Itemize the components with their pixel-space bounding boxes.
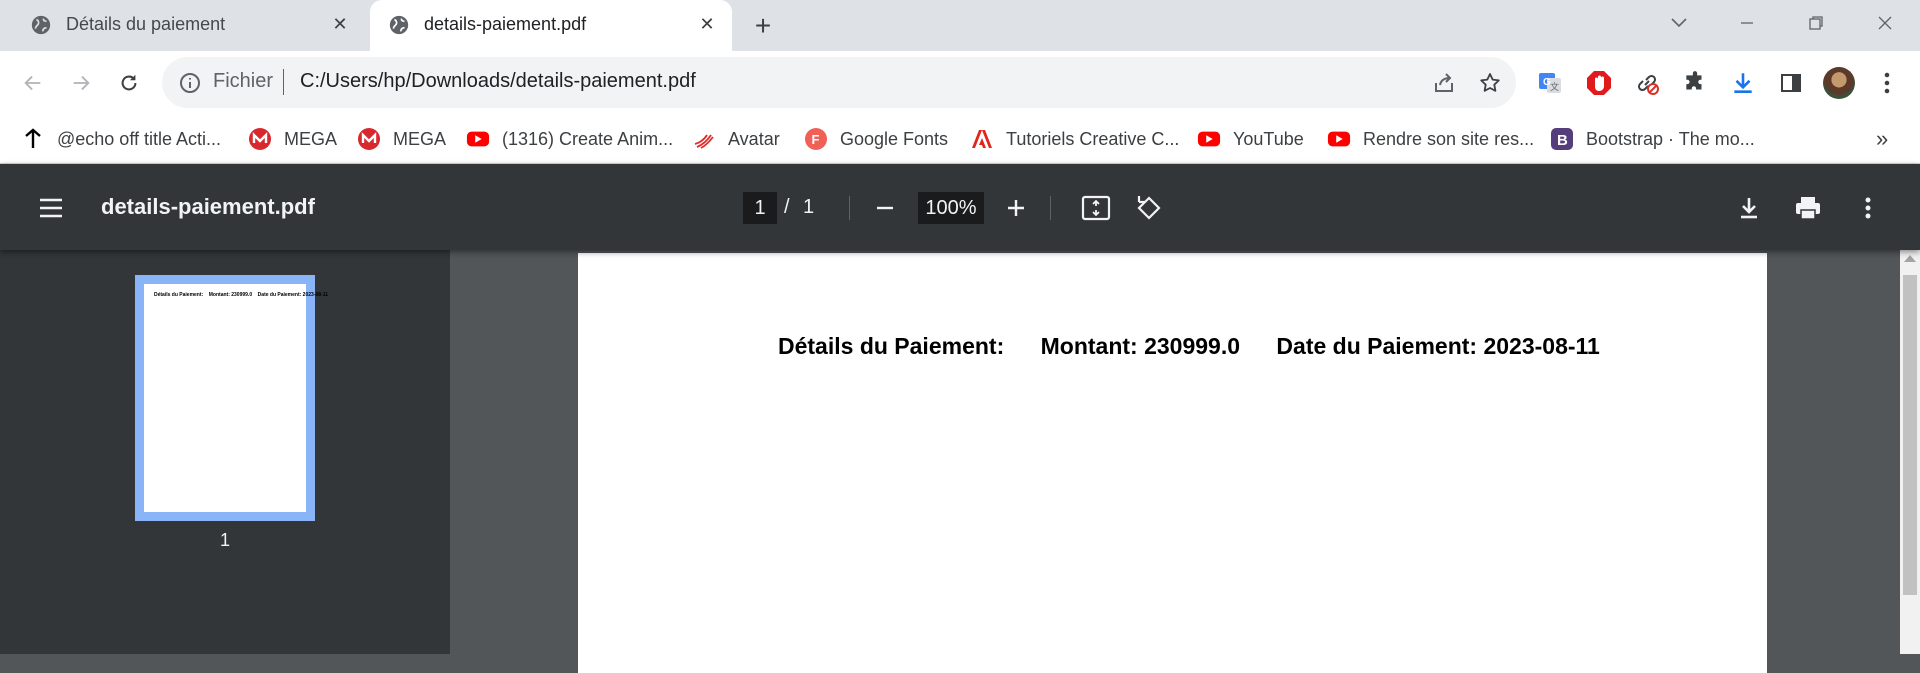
svg-text:B: B	[1557, 132, 1568, 149]
zoom-in-icon[interactable]	[996, 188, 1036, 228]
info-icon[interactable]	[178, 71, 202, 95]
bookmark-item[interactable]: YouTube	[1197, 114, 1304, 164]
youtube-icon	[1327, 127, 1351, 151]
mega-icon	[248, 127, 272, 151]
bookmark-star-icon[interactable]	[1477, 70, 1503, 96]
mega-icon	[357, 127, 381, 151]
bookmark-item[interactable]: @echo off title Acti...	[21, 114, 221, 164]
adblock-icon[interactable]	[1582, 66, 1616, 100]
bookmark-item[interactable]: Tutoriels Creative C...	[970, 114, 1179, 164]
divider	[849, 196, 850, 220]
close-tab-icon[interactable]: ✕	[327, 11, 353, 37]
forward-button[interactable]	[64, 66, 98, 100]
back-button[interactable]	[16, 66, 50, 100]
thumbnail-text: Détails du Paiement: Montant: 230999.0 D…	[154, 292, 328, 298]
payment-details-line: Détails du Paiement: Montant: 230999.0 D…	[778, 333, 1630, 360]
bootstrap-icon: B	[1550, 127, 1574, 151]
bookmark-item[interactable]: (1316) Create Anim...	[466, 114, 673, 164]
google-translate-icon[interactable]: G文	[1533, 66, 1567, 100]
payment-details-heading: Détails du Paiement:	[778, 333, 1005, 359]
payment-amount: Montant: 230999.0	[1040, 333, 1241, 359]
download-icon[interactable]	[1726, 66, 1760, 100]
bookmark-label: YouTube	[1233, 128, 1304, 149]
globe-icon	[389, 15, 409, 35]
tab-search-icon[interactable]	[1664, 8, 1694, 38]
sidebar-menu-icon[interactable]	[31, 188, 71, 228]
tab-title: details-paiement.pdf	[424, 14, 587, 34]
link-blocker-icon[interactable]	[1630, 66, 1664, 100]
pdf-download-icon[interactable]	[1729, 188, 1769, 228]
pdf-document-area: Détails du Paiement: Montant: 230999.0 D…	[450, 250, 1900, 673]
fit-to-page-icon[interactable]	[1076, 188, 1116, 228]
vertical-scrollbar[interactable]	[1900, 250, 1920, 654]
bookmark-label: Tutoriels Creative C...	[1006, 128, 1180, 149]
bookmark-item[interactable]: MEGA	[248, 114, 337, 164]
page-count: 1	[803, 196, 815, 218]
divider	[1050, 196, 1051, 220]
reload-button[interactable]	[112, 66, 146, 100]
bookmark-label: MEGA	[393, 128, 447, 149]
thumbnail-sidebar: Détails du Paiement: Montant: 230999.0 D…	[0, 250, 450, 654]
extensions-puzzle-icon[interactable]	[1678, 66, 1712, 100]
tab-strip: Détails du paiement ✕ details-paiement.p…	[0, 0, 1920, 51]
page-thumbnail[interactable]: Détails du Paiement: Montant: 230999.0 D…	[135, 275, 328, 521]
menu-kebab-icon[interactable]	[1870, 66, 1904, 100]
bookmark-label: (1316) Create Anim...	[502, 128, 674, 149]
tab-details-paiement-pdf[interactable]: details-paiement.pdf ✕	[370, 0, 732, 51]
restore-button[interactable]	[1801, 8, 1831, 38]
bookmark-item[interactable]: Rendre son site res...	[1327, 114, 1534, 164]
bookmark-item[interactable]: B Bootstrap · The mo...	[1550, 114, 1755, 164]
youtube-icon	[466, 127, 490, 151]
address-bar[interactable]: Fichier C:/Users/hp/Downloads/details-pa…	[162, 57, 1516, 108]
bookmark-label: @echo off title Acti...	[57, 128, 222, 149]
adobe-icon	[970, 127, 994, 151]
svg-text:F: F	[812, 132, 820, 147]
minimize-button[interactable]	[1732, 8, 1762, 38]
payment-date: Date du Paiement: 2023-08-11	[1276, 333, 1600, 359]
bookmark-item[interactable]: Avatar	[692, 114, 780, 164]
rotate-counterclockwise-icon[interactable]	[1129, 188, 1169, 228]
url-text[interactable]: C:/Users/hp/Downloads/details-paiement.p…	[300, 70, 696, 93]
profile-avatar[interactable]	[1823, 67, 1855, 99]
svg-text:文: 文	[1550, 81, 1559, 92]
side-panel-icon[interactable]	[1774, 66, 1808, 100]
pdf-toolbar: details-paiement.pdf 1 / 1 100%	[0, 164, 1920, 250]
tab-details-paiement[interactable]: Détails du paiement ✕	[12, 0, 365, 51]
pdf-file-name: details-paiement.pdf	[101, 194, 315, 219]
close-window-button[interactable]	[1870, 8, 1900, 38]
pin-icon	[21, 127, 45, 151]
browser-toolbar: Fichier C:/Users/hp/Downloads/details-pa…	[0, 51, 1920, 114]
pdf-page: Détails du Paiement: Montant: 230999.0 D…	[578, 253, 1767, 673]
more-bookmarks-icon[interactable]: »	[1876, 126, 1888, 152]
bookmark-item[interactable]: MEGA	[357, 114, 446, 164]
page-separator: /	[784, 196, 790, 218]
bookmark-label: MEGA	[284, 128, 338, 149]
page-number-input[interactable]: 1	[743, 192, 777, 224]
youtube-icon	[1197, 127, 1221, 151]
pdf-more-options-icon[interactable]	[1848, 188, 1888, 228]
bookmark-label: Avatar	[728, 128, 780, 149]
globe-icon	[31, 15, 51, 35]
print-icon[interactable]	[1788, 188, 1828, 228]
bookmark-label: Bootstrap · The mo...	[1586, 128, 1755, 149]
bookmark-label: Rendre son site res...	[1363, 128, 1535, 149]
thumbnail-page: Détails du Paiement: Montant: 230999.0 D…	[144, 284, 328, 512]
thumbnail-page-number: 1	[219, 530, 230, 550]
bookmark-label: Google Fonts	[840, 128, 949, 149]
tab-title: Détails du paiement	[66, 14, 226, 34]
close-tab-icon[interactable]: ✕	[694, 11, 720, 37]
bookmark-item[interactable]: F Google Fonts	[804, 114, 948, 164]
avatar-logo-icon	[692, 127, 716, 151]
bookmarks-bar: @echo off title Acti... MEGA MEGA (1316)…	[0, 114, 1920, 164]
new-tab-button[interactable]: +	[748, 10, 778, 41]
share-icon[interactable]	[1431, 70, 1457, 96]
divider	[283, 69, 284, 95]
google-fonts-icon: F	[804, 127, 828, 151]
zoom-level-input[interactable]: 100%	[918, 192, 984, 224]
scroll-up-arrow-icon[interactable]	[1904, 255, 1916, 262]
zoom-out-icon[interactable]	[865, 188, 905, 228]
scrollbar-thumb[interactable]	[1903, 275, 1917, 595]
scheme-label: Fichier	[213, 70, 274, 92]
